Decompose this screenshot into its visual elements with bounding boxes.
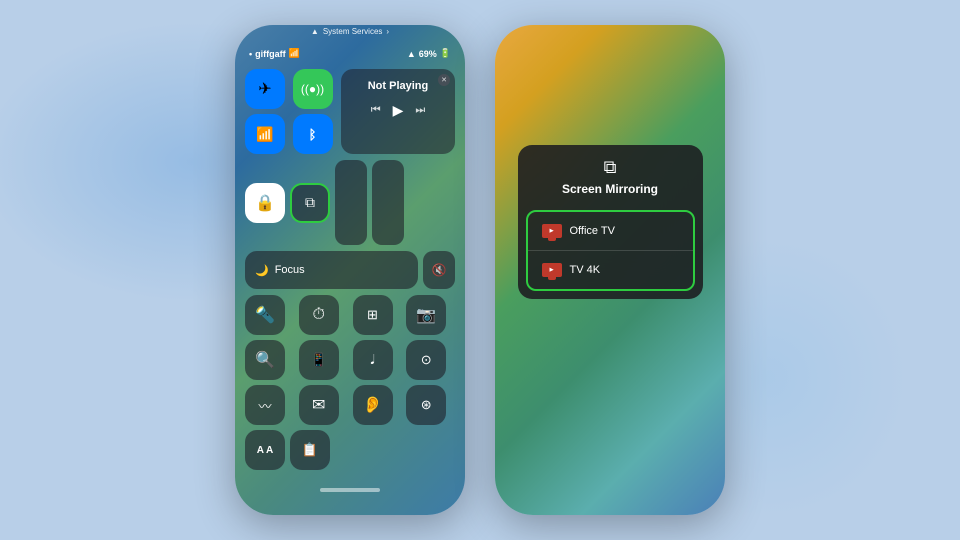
text-size-button[interactable]: A A <box>245 430 285 470</box>
flashlight-icon: 🔦 <box>255 305 275 325</box>
accessibility-button[interactable]: ⊛ <box>406 385 446 425</box>
home-indicator <box>320 488 380 492</box>
mute-icon: 🔇 <box>432 263 447 277</box>
soundboard-icon: 〰 <box>258 396 271 415</box>
moon-icon: 🌙 <box>255 264 269 277</box>
grid-row-1: 🔦 ⏱ ⊞ 📷 <box>245 295 455 335</box>
shazam-button[interactable]: 𝅘𝅥 <box>353 340 393 380</box>
mute-button[interactable]: 🔇 <box>423 251 455 289</box>
hearing-button[interactable]: 👂 <box>353 385 393 425</box>
accessibility-icon: ⊛ <box>421 397 432 413</box>
airplane-icon: ✈ <box>258 79 271 99</box>
brightness-slider[interactable] <box>335 160 367 245</box>
grid-row-3: 〰 ✉ 👂 ⊛ <box>245 385 455 425</box>
timer-button[interactable]: ⏱ <box>299 295 339 335</box>
office-tv-label: Office TV <box>570 225 615 237</box>
notes-icon: 📋 <box>302 442 318 458</box>
popup-screen-mirror-icon: ⧉ <box>604 157 617 178</box>
previous-track-button[interactable]: ⏮ <box>371 104 381 117</box>
wifi-icon: 📶 <box>289 48 300 59</box>
bottom-row: A A 📋 <box>245 430 455 470</box>
wallet-icon: ✉ <box>312 395 325 415</box>
status-bar: • giffgaff 📶 ▲ 69% 🔋 <box>235 40 465 63</box>
dot-icon: • <box>249 49 252 59</box>
iphone-left-panel: ▲ System Services › • giffgaff 📶 ▲ 69% 🔋… <box>235 25 465 515</box>
lock-icon: 🔒 <box>255 193 275 213</box>
calculator-button[interactable]: ⊞ <box>353 295 393 335</box>
system-services-label: System Services <box>323 27 383 36</box>
office-tv-icon: ▶ <box>542 224 562 238</box>
screen-mirror-icon: ⧉ <box>305 194 315 211</box>
airplane-mode-button[interactable]: ✈ <box>245 69 285 109</box>
record-button[interactable]: ⊙ <box>406 340 446 380</box>
now-playing-close[interactable]: ✕ <box>438 74 450 86</box>
wifi-button[interactable]: 📶 <box>245 114 285 154</box>
record-icon: ⊙ <box>421 352 432 368</box>
office-tv-item[interactable]: ▶ Office TV <box>528 212 693 250</box>
wallet-button[interactable]: ✉ <box>299 385 339 425</box>
status-right: ▲ 69% 🔋 <box>407 48 451 59</box>
next-track-button[interactable]: ⏭ <box>415 104 425 117</box>
wifi-control-icon: 📶 <box>256 126 273 143</box>
timer-icon: ⏱ <box>313 306 325 324</box>
status-left: • giffgaff 📶 <box>249 48 300 59</box>
control-center: ✈ ((●)) 📶 ᛒ ✕ Not Playing <box>235 63 465 484</box>
battery-label: 69% <box>419 49 437 59</box>
cellular-icon: ((●)) <box>301 82 324 96</box>
connectivity-group: ✈ ((●)) 📶 ᛒ <box>245 69 335 154</box>
magnifier-icon: 🔍 <box>255 350 275 370</box>
screen-mirror-button[interactable]: ⧉ <box>290 183 330 223</box>
flashlight-button[interactable]: 🔦 <box>245 295 285 335</box>
screen-lock-button[interactable]: 🔒 <box>245 183 285 223</box>
bluetooth-icon: ᛒ <box>309 127 317 142</box>
screen-mirror-popup: ⧉ Screen Mirroring ▶ Office TV ▶ TV 4K <box>518 145 703 299</box>
now-playing-widget: ✕ Not Playing ⏮ ▶ ⏭ <box>341 69 455 154</box>
now-playing-title: Not Playing <box>349 80 447 92</box>
cellular-button[interactable]: ((●)) <box>293 69 333 109</box>
notes-button[interactable]: 📋 <box>290 430 330 470</box>
play-button[interactable]: ▶ <box>393 102 404 119</box>
shazam-icon: 𝅘𝅥 <box>370 352 374 368</box>
hearing-icon: 👂 <box>363 395 383 415</box>
system-services-bar[interactable]: ▲ System Services › <box>235 25 465 40</box>
text-size-label: A A <box>257 445 273 456</box>
bluetooth-button[interactable]: ᛒ <box>293 114 333 154</box>
second-row: 🔒 ⧉ <box>245 160 455 245</box>
now-playing-controls: ⏮ ▶ ⏭ <box>349 102 447 119</box>
volume-slider[interactable] <box>372 160 404 245</box>
remote-button[interactable]: 📱 <box>299 340 339 380</box>
top-row: ✈ ((●)) 📶 ᛒ ✕ Not Playing <box>245 69 455 154</box>
focus-row: 🌙 Focus 🔇 <box>245 251 455 289</box>
popup-title: Screen Mirroring <box>562 182 658 196</box>
soundboard-button[interactable]: 〰 <box>245 385 285 425</box>
carrier-label: giffgaff <box>255 49 286 59</box>
camera-icon: 📷 <box>416 305 436 325</box>
calculator-icon: ⊞ <box>367 307 378 323</box>
slider-group <box>335 160 404 245</box>
tv-4k-icon: ▶ <box>542 263 562 277</box>
tv-4k-label: TV 4K <box>570 264 601 276</box>
popup-items-wrapper: ▶ Office TV ▶ TV 4K <box>526 210 695 291</box>
location-icon: ▲ <box>311 27 319 36</box>
remote-icon: 📱 <box>311 352 327 368</box>
battery-icon: 🔋 <box>440 48 451 59</box>
popup-header: ⧉ Screen Mirroring <box>518 145 703 204</box>
focus-button[interactable]: 🌙 Focus <box>245 251 418 289</box>
location-status-icon: ▲ <box>407 49 416 59</box>
grid-row-2: 🔍 📱 𝅘𝅥 ⊙ <box>245 340 455 380</box>
iphone-right-panel: ⧉ Screen Mirroring ▶ Office TV ▶ TV 4K <box>495 25 725 515</box>
chevron-right-icon: › <box>386 27 389 36</box>
focus-label: Focus <box>275 264 305 276</box>
camera-button[interactable]: 📷 <box>406 295 446 335</box>
tv-4k-item[interactable]: ▶ TV 4K <box>528 251 693 289</box>
magnifier-button[interactable]: 🔍 <box>245 340 285 380</box>
